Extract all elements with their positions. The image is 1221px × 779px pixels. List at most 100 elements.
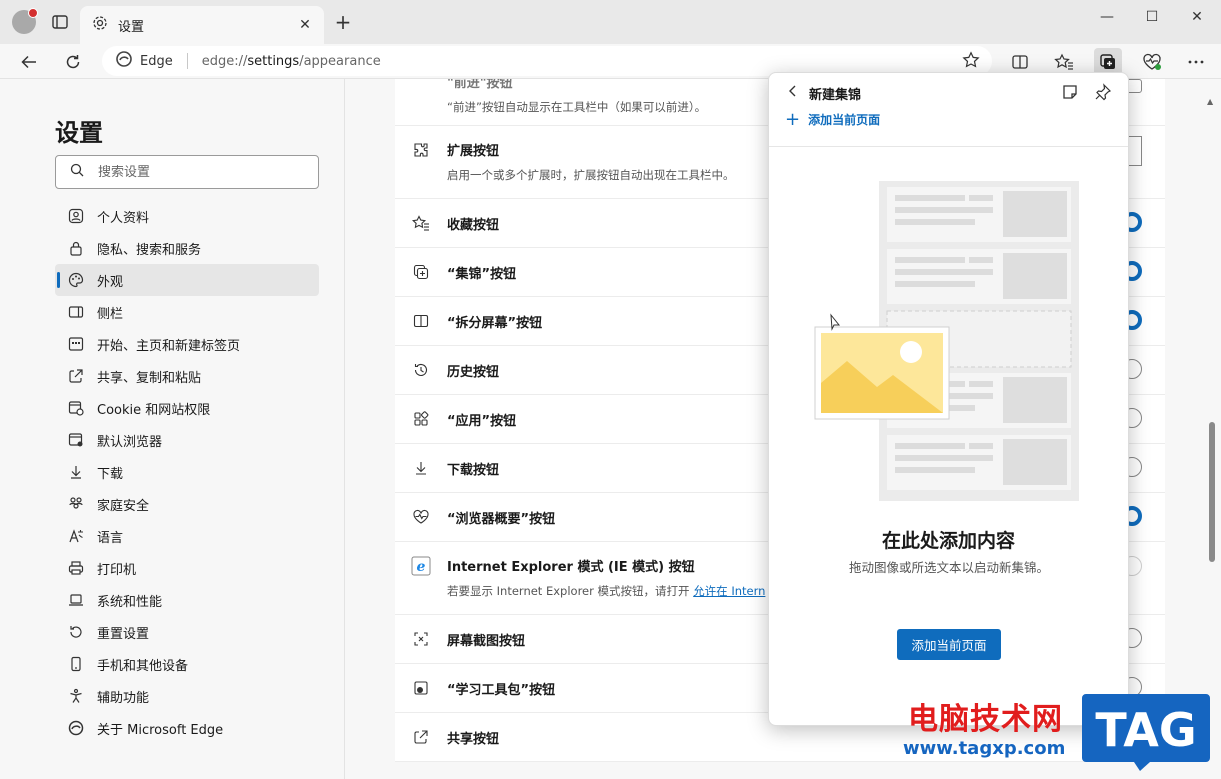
download-icon	[67, 463, 85, 481]
sidebar-item-label: 语言	[97, 530, 124, 546]
add-current-page-link[interactable]: + 添加当前页面	[785, 108, 881, 130]
empty-description: 拖动图像或所选文本以启动新集锦。	[848, 560, 1049, 575]
site-label: Edge	[140, 53, 173, 69]
pin-icon[interactable]	[1094, 83, 1112, 105]
collections-header: 新建集锦 + 添加当前页面	[769, 73, 1128, 147]
collections-icon	[411, 262, 431, 282]
profile-icon	[67, 207, 85, 225]
title-bar: 设置 ✕ + — ☐ ✕	[0, 0, 1221, 44]
sidebar-item-label: 系统和性能	[97, 594, 163, 610]
row-label: 下载按钮	[447, 462, 500, 478]
tab-close-button[interactable]: ✕	[296, 16, 314, 34]
ie-mode-settings-link[interactable]: 允许在 Intern	[693, 584, 765, 598]
tag-logo-text: TAG	[1095, 703, 1196, 757]
new-tab-button[interactable]: +	[332, 12, 354, 34]
maximize-button[interactable]: ☐	[1130, 6, 1174, 28]
lock-icon	[67, 239, 85, 257]
sidebar-item-label: 重置设置	[97, 626, 150, 642]
sidebar-item-label: 个人资料	[97, 210, 150, 226]
empty-heading: 在此处添加内容	[881, 530, 1015, 552]
palette-icon	[67, 271, 85, 289]
sidebar-item-about[interactable]: 关于 Microsoft Edge	[55, 712, 319, 744]
sidebar-item-label: 手机和其他设备	[97, 658, 189, 674]
row-label: "前进"按钮	[447, 79, 513, 91]
add-current-page-label: 添加当前页面	[808, 113, 881, 127]
row-label: “应用”按钮	[447, 413, 517, 429]
heartbeat-icon	[411, 507, 431, 527]
sidebar-icon	[67, 303, 85, 321]
family-icon	[67, 495, 85, 513]
sidebar-item-label: 共享、复制和粘贴	[97, 370, 202, 386]
puzzle-icon	[411, 140, 431, 160]
row-label: 收藏按钮	[447, 217, 500, 233]
back-arrow-icon[interactable]	[15, 48, 43, 76]
settings-sidebar: 设置 个人资料 隐私、搜索和服务 外观 侧栏	[0, 79, 345, 779]
watermark-text: 电脑技术网	[908, 702, 1063, 737]
sidebar-item-share-copy[interactable]: 共享、复制和粘贴	[55, 360, 319, 392]
phone-icon	[67, 655, 85, 673]
sidebar-item-default-browser[interactable]: 默认浏览器	[55, 424, 319, 456]
sidebar-item-label: Cookie 和网站权限	[97, 402, 211, 418]
address-separator	[186, 53, 188, 69]
close-window-button[interactable]: ✕	[1175, 6, 1219, 28]
sidebar-item-label: 下载	[97, 466, 124, 482]
sidebar-item-profile[interactable]: 个人资料	[55, 200, 319, 232]
collection-title: 新建集锦	[809, 88, 862, 103]
watermark-url: www.tagxp.com	[903, 738, 1066, 759]
note-icon[interactable]	[1061, 83, 1079, 105]
sidebar-item-start-home[interactable]: 开始、主页和新建标签页	[55, 328, 319, 360]
sidebar-item-languages[interactable]: 语言	[55, 520, 319, 552]
chevron-left-icon[interactable]	[785, 83, 801, 99]
sidebar-item-label: 开始、主页和新建标签页	[97, 338, 241, 354]
sidebar-item-accessibility[interactable]: 辅助功能	[55, 680, 319, 712]
settings-nav: 个人资料 隐私、搜索和服务 外观 侧栏 开始、主页和新建标签页 共享、复制和粘贴	[55, 200, 319, 744]
sidebar-item-downloads[interactable]: 下载	[55, 456, 319, 488]
search-box[interactable]	[55, 155, 319, 189]
url-prefix: edge://	[201, 53, 248, 69]
row-description-text: 若要显示 Internet Explorer 模式按钮，请打开	[447, 584, 694, 598]
sidebar-item-printers[interactable]: 打印机	[55, 552, 319, 584]
plus-icon: +	[785, 108, 801, 130]
favorite-star-icon[interactable]	[962, 51, 980, 73]
profile-avatar[interactable]	[12, 8, 38, 34]
tab-title: 设置	[118, 19, 145, 35]
refresh-icon[interactable]	[59, 48, 87, 76]
edge-logo-icon	[67, 719, 85, 737]
scroll-up-arrow[interactable]: ▲	[1207, 97, 1213, 106]
share-icon	[67, 367, 85, 385]
page-title: 设置	[55, 119, 103, 147]
scrollbar-thumb[interactable]	[1209, 422, 1215, 562]
sidebar-item-reset[interactable]: 重置设置	[55, 616, 319, 648]
sidebar-item-sidebar[interactable]: 侧栏	[55, 296, 319, 328]
row-label: Internet Explorer 模式 (IE 模式) 按钮	[447, 560, 695, 575]
tab-actions-icon[interactable]	[50, 12, 70, 32]
sidebar-item-appearance[interactable]: 外观	[55, 264, 319, 296]
more-options-icon[interactable]	[1182, 48, 1210, 76]
search-input[interactable]	[98, 164, 298, 180]
tab-settings[interactable]: 设置 ✕	[80, 6, 324, 44]
sidebar-item-phone[interactable]: 手机和其他设备	[55, 648, 319, 680]
printer-icon	[67, 559, 85, 577]
home-grid-icon	[67, 335, 85, 353]
sidebar-item-label: 打印机	[97, 562, 137, 578]
minimize-button[interactable]: —	[1085, 6, 1129, 28]
browser-essentials-icon[interactable]	[1138, 48, 1166, 76]
sidebar-item-label: 外观	[97, 274, 124, 290]
screenshot-icon	[411, 629, 431, 649]
language-icon	[67, 527, 85, 545]
favorites-icon	[411, 213, 431, 233]
sidebar-item-system[interactable]: 系统和性能	[55, 584, 319, 616]
edge-logo-icon	[116, 51, 132, 71]
sidebar-item-label: 关于 Microsoft Edge	[97, 722, 224, 738]
share-icon	[411, 727, 431, 747]
accessibility-icon	[67, 687, 85, 705]
add-current-page-button[interactable]: 添加当前页面	[897, 629, 1001, 660]
row-label: “浏览器概要”按钮	[447, 511, 556, 527]
sidebar-item-privacy[interactable]: 隐私、搜索和服务	[55, 232, 319, 264]
row-label: 历史按钮	[447, 364, 500, 380]
svg-text:e: e	[417, 559, 426, 575]
split-screen-icon	[411, 311, 431, 331]
empty-collection-illustration	[814, 181, 1079, 501]
sidebar-item-cookies[interactable]: Cookie 和网站权限	[55, 392, 319, 424]
sidebar-item-family-safety[interactable]: 家庭安全	[55, 488, 319, 520]
